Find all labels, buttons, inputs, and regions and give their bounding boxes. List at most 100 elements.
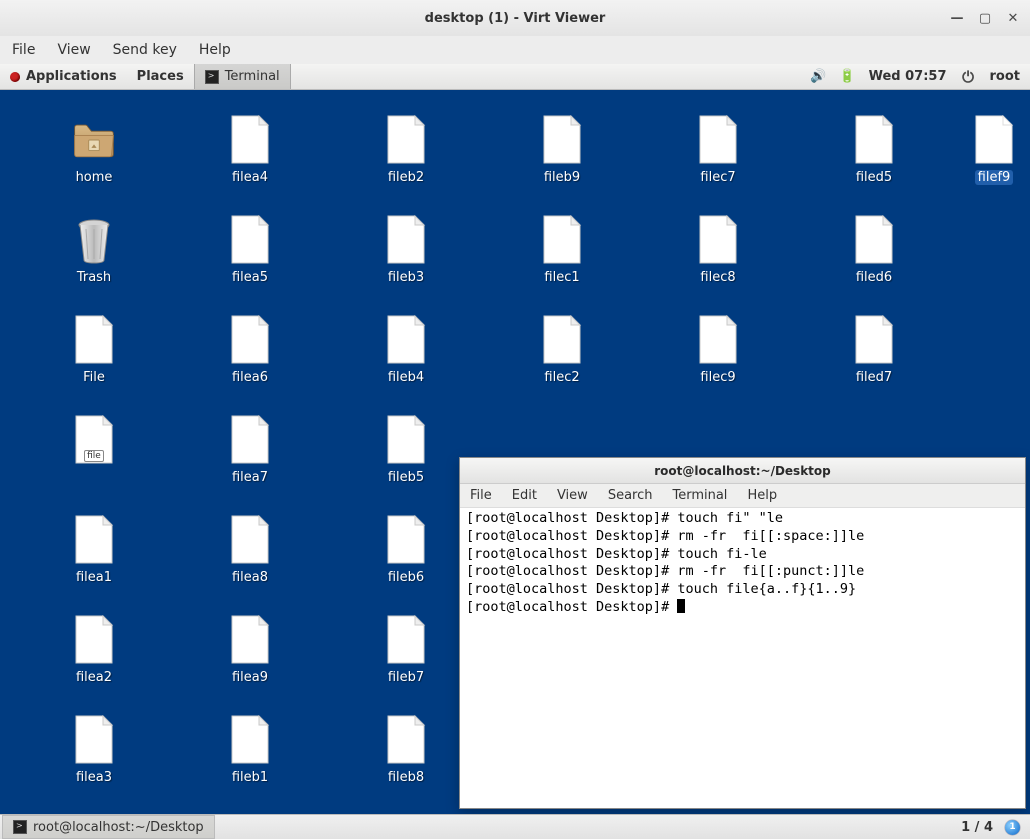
icon-label: filea7 <box>232 470 268 485</box>
window-controls: — ▢ ✕ <box>950 11 1020 26</box>
volume-icon[interactable]: 🔊 <box>811 69 826 84</box>
menu-sendkey[interactable]: Send key <box>113 42 177 58</box>
maximize-button[interactable]: ▢ <box>978 11 992 26</box>
icon-thumb <box>540 314 584 366</box>
desktop-icon-file[interactable]: file <box>44 414 144 466</box>
icon-label: filea4 <box>232 170 268 185</box>
desktop-icon-filea2[interactable]: filea2 <box>44 614 144 685</box>
desktop-icon-filea5[interactable]: filea5 <box>200 214 300 285</box>
panel-clock[interactable]: Wed 07:57 <box>869 69 947 84</box>
icon-label: fileb7 <box>388 670 424 685</box>
desktop-icon-filed6[interactable]: filed6 <box>824 214 924 285</box>
desktop-icon-filea3[interactable]: filea3 <box>44 714 144 785</box>
icon-label: fileb5 <box>388 470 424 485</box>
icon-label: filef9 <box>975 170 1014 185</box>
power-icon[interactable]: ⏻ <box>961 69 976 84</box>
desktop-icon-fileb4[interactable]: fileb4 <box>356 314 456 385</box>
bottom-right: 1 / 4 1 <box>951 820 1030 835</box>
desktop-icon-filea1[interactable]: filea1 <box>44 514 144 585</box>
icon-thumb <box>72 314 116 366</box>
icon-label: filec9 <box>700 370 735 385</box>
icon-thumb <box>972 114 1016 166</box>
icon-label: filed5 <box>856 170 892 185</box>
desktop-icon-trash[interactable]: Trash <box>44 214 144 285</box>
terminal-window[interactable]: root@localhost:~/Desktop File Edit View … <box>459 457 1026 809</box>
icon-label: File <box>83 370 105 385</box>
term-menu-terminal[interactable]: Terminal <box>672 488 727 503</box>
term-menu-edit[interactable]: Edit <box>512 488 537 503</box>
close-button[interactable]: ✕ <box>1006 11 1020 26</box>
virt-viewer-menubar: File View Send key Help <box>0 36 1030 64</box>
desktop[interactable]: home Trash File file filea1 filea2 filea… <box>0 90 1030 839</box>
icon-thumb <box>384 514 428 566</box>
terminal-titlebar[interactable]: root@localhost:~/Desktop <box>460 458 1025 484</box>
icon-thumb <box>72 714 116 766</box>
minimize-button[interactable]: — <box>950 11 964 26</box>
desktop-icon-home[interactable]: home <box>44 114 144 185</box>
desktop-icon-file[interactable]: File <box>44 314 144 385</box>
terminal-line: [root@localhost Desktop]# touch fi" "le <box>466 510 1019 528</box>
desktop-icon-fileb1[interactable]: fileb1 <box>200 714 300 785</box>
places-menu[interactable]: Places <box>127 69 194 84</box>
desktop-icon-fileb3[interactable]: fileb3 <box>356 214 456 285</box>
icon-thumb <box>696 214 740 266</box>
desktop-icon-fileb8[interactable]: fileb8 <box>356 714 456 785</box>
desktop-icon-filea6[interactable]: filea6 <box>200 314 300 385</box>
desktop-icon-filea7[interactable]: filea7 <box>200 414 300 485</box>
desktop-icon-filea9[interactable]: filea9 <box>200 614 300 685</box>
menu-view[interactable]: View <box>57 42 90 58</box>
redhat-icon <box>10 72 20 82</box>
desktop-icon-filec9[interactable]: filec9 <box>668 314 768 385</box>
workspace-indicator[interactable]: 1 / 4 <box>961 820 993 835</box>
icon-thumb <box>384 314 428 366</box>
desktop-icon-filef9[interactable]: filef9 <box>944 114 1030 185</box>
desktop-icon-filec2[interactable]: filec2 <box>512 314 612 385</box>
terminal-body[interactable]: [root@localhost Desktop]# touch fi" "le[… <box>460 508 1025 808</box>
icon-thumb <box>384 214 428 266</box>
menu-help[interactable]: Help <box>199 42 231 58</box>
taskbar-terminal[interactable]: root@localhost:~/Desktop <box>2 815 215 839</box>
virt-viewer-window: desktop (1) - Virt Viewer — ▢ ✕ File Vie… <box>0 0 1030 839</box>
terminal-menubar: File Edit View Search Terminal Help <box>460 484 1025 508</box>
icon-thumb: file <box>72 414 116 466</box>
desktop-icon-filed7[interactable]: filed7 <box>824 314 924 385</box>
window-titlebar[interactable]: desktop (1) - Virt Viewer — ▢ ✕ <box>0 0 1030 36</box>
panel-task-terminal[interactable]: Terminal <box>194 64 291 89</box>
icon-thumb <box>72 214 116 266</box>
desktop-icon-filec1[interactable]: filec1 <box>512 214 612 285</box>
desktop-icon-fileb7[interactable]: fileb7 <box>356 614 456 685</box>
desktop-icon-filed5[interactable]: filed5 <box>824 114 924 185</box>
terminal-icon <box>13 820 27 834</box>
icon-thumb <box>540 114 584 166</box>
icon-label: filec1 <box>544 270 579 285</box>
term-menu-file[interactable]: File <box>470 488 492 503</box>
icon-label: filea2 <box>76 670 112 685</box>
icon-label: filea6 <box>232 370 268 385</box>
icon-thumb <box>852 114 896 166</box>
icon-label: filec2 <box>544 370 579 385</box>
icon-thumb <box>72 114 116 166</box>
desktop-icon-filea4[interactable]: filea4 <box>200 114 300 185</box>
icon-label: fileb4 <box>388 370 424 385</box>
battery-icon[interactable]: 🔋 <box>840 69 855 84</box>
notification-badge[interactable]: 1 <box>1005 820 1020 835</box>
desktop-icon-filea8[interactable]: filea8 <box>200 514 300 585</box>
panel-right: 🔊 🔋 Wed 07:57 ⏻ root <box>801 69 1030 84</box>
icon-label: fileb2 <box>388 170 424 185</box>
icon-label: filed7 <box>856 370 892 385</box>
term-menu-search[interactable]: Search <box>608 488 653 503</box>
term-menu-view[interactable]: View <box>557 488 588 503</box>
menu-file[interactable]: File <box>12 42 35 58</box>
desktop-icon-fileb2[interactable]: fileb2 <box>356 114 456 185</box>
desktop-icon-filec7[interactable]: filec7 <box>668 114 768 185</box>
desktop-icon-fileb6[interactable]: fileb6 <box>356 514 456 585</box>
desktop-icon-fileb5[interactable]: fileb5 <box>356 414 456 485</box>
desktop-icon-filec8[interactable]: filec8 <box>668 214 768 285</box>
desktop-icon-fileb9[interactable]: fileb9 <box>512 114 612 185</box>
term-menu-help[interactable]: Help <box>747 488 777 503</box>
applications-menu[interactable]: Applications <box>0 69 127 84</box>
icon-label: fileb9 <box>544 170 580 185</box>
panel-user[interactable]: root <box>990 69 1021 84</box>
gnome-bottom-panel: root@localhost:~/Desktop 1 / 4 1 <box>0 814 1030 839</box>
icon-thumb <box>72 514 116 566</box>
